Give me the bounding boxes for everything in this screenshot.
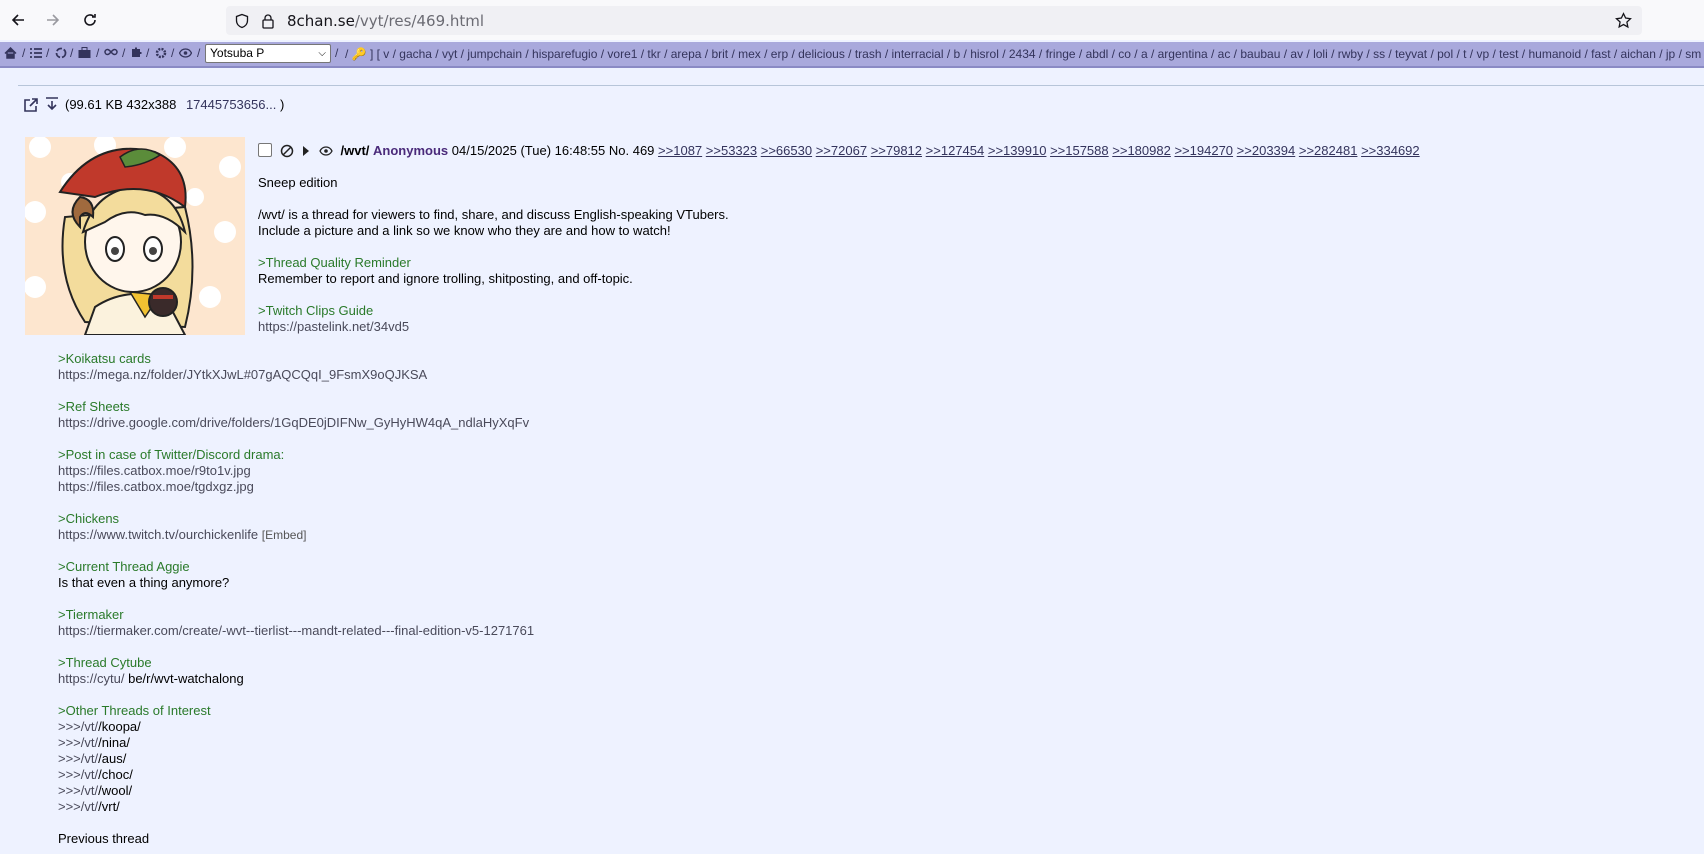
greentext-line: >Post in case of Twitter/Discord drama: [58, 447, 285, 462]
backlink[interactable]: >>203394 [1237, 143, 1296, 158]
expand-triangle-icon[interactable] [301, 144, 311, 158]
recycle-icon[interactable] [55, 47, 67, 59]
address-bar[interactable]: 8chan.se/vyt/res/469.html [226, 6, 1642, 35]
download-icon[interactable] [45, 97, 59, 111]
reload-icon [84, 14, 96, 26]
greentext-line: >Tiermaker [58, 607, 124, 622]
style-select[interactable]: Yotsuba P ⌵ [205, 44, 331, 63]
backlink[interactable]: >>282481 [1299, 143, 1358, 158]
greentext-line: >Thread Quality Reminder [258, 255, 411, 270]
greentext-line: >Current Thread Aggie [58, 559, 190, 574]
greentext-line: >Ref Sheets [58, 399, 130, 414]
board-link[interactable]: >>>/vt/ [58, 735, 98, 750]
message-line: Previous thread [58, 831, 150, 846]
message-link[interactable]: https://files.catbox.moe/tgdxgz.jpg [58, 479, 534, 495]
thread-name: /nina/ [98, 735, 130, 750]
board-list[interactable]: / 🔑 ] [ v / gacha / vyt / jumpchain / hi… [345, 47, 1704, 61]
thread-name: /wool/ [98, 783, 133, 798]
thread-name: /koopa/ [98, 719, 141, 734]
message-link[interactable]: https://tiermaker.com/create/-wvt--tierl… [58, 623, 534, 639]
post-date: 04/15/2025 (Tue) 16:48:55 [451, 143, 606, 158]
message-line: Sneep edition [258, 175, 338, 190]
poster-name: Anonymous [373, 143, 449, 158]
board-link[interactable]: >>>/vt/ [58, 719, 98, 734]
post-header: /wvt/ Anonymous 04/15/2025 (Tue) 16:48:5… [258, 143, 1420, 158]
chevron-down-icon: ⌵ [318, 48, 326, 59]
forward-button[interactable] [42, 9, 64, 31]
list-icon[interactable] [30, 47, 42, 59]
bookmark-star-icon[interactable] [1615, 12, 1632, 29]
board-link[interactable]: >>>/vt/ [58, 751, 98, 766]
url-host: 8chan.se [287, 12, 355, 30]
message-line: Remember to report and ignore trolling, … [258, 271, 633, 286]
greentext-line: >Twitch Clips Guide [258, 303, 374, 318]
backlink[interactable]: >>194270 [1174, 143, 1233, 158]
thread-name: /aus/ [98, 751, 127, 766]
message-line: /wvt/ is a thread for viewers to find, s… [258, 207, 729, 222]
message-link[interactable]: https://www.twitch.tv/ourchickenlife [58, 527, 258, 542]
home-icon[interactable] [4, 47, 17, 59]
message-link[interactable]: https://pastelink.net/34vd5 [258, 319, 729, 335]
post-thumbnail[interactable] [25, 137, 245, 335]
file-info: (99.61 KB 432x388 17445753656... ) [24, 97, 284, 112]
infinity-icon[interactable] [104, 47, 118, 57]
hide-post-icon[interactable] [280, 144, 294, 158]
lock-icon[interactable] [260, 13, 276, 29]
post-number[interactable]: No. 469 [609, 143, 655, 158]
eye-icon[interactable] [319, 145, 333, 157]
backlink[interactable]: >>66530 [761, 143, 812, 158]
backlink[interactable]: >>1087 [658, 143, 702, 158]
backlink[interactable]: >>127454 [926, 143, 985, 158]
board-navigation-bar: / / / / / / / / Yotsuba P ⌵ / / 🔑 ] [ v /… [0, 42, 1704, 68]
briefcase-icon[interactable] [78, 47, 91, 59]
url-path: /vyt/res/469.html [354, 12, 485, 30]
browser-toolbar: 8chan.se/vyt/res/469.html [0, 0, 1704, 40]
backlink[interactable]: >>79812 [871, 143, 922, 158]
board-link[interactable]: >>>/vt/ [58, 767, 98, 782]
file-meta: (99.61 KB 432x388 [65, 97, 177, 112]
anime-character-image [25, 137, 245, 335]
reload-button[interactable] [79, 9, 101, 31]
backlink[interactable]: >>72067 [816, 143, 867, 158]
back-button[interactable] [7, 9, 29, 31]
message-link[interactable]: https://files.catbox.moe/r9to1v.jpg [58, 463, 534, 479]
board-link[interactable]: >>>/vt/ [58, 783, 98, 798]
forward-arrow-icon [47, 14, 60, 26]
divider [18, 85, 1704, 86]
greentext-line: >Thread Cytube [58, 655, 152, 670]
message-link[interactable]: https://mega.nz/folder/JYtkXJwL#07gAQCQq… [58, 367, 534, 383]
shield-icon[interactable] [234, 13, 250, 29]
greentext-line: >Other Threads of Interest [58, 703, 211, 718]
open-external-icon[interactable] [24, 98, 38, 112]
message-link[interactable]: https://cytu/ [58, 671, 124, 686]
url-text[interactable]: 8chan.se/vyt/res/469.html [287, 12, 484, 30]
backlink[interactable]: >>180982 [1112, 143, 1171, 158]
embed-button[interactable]: [Embed] [262, 528, 307, 542]
post-message-bottom: >Koikatsu cards https://mega.nz/folder/J… [58, 351, 534, 847]
puzzle-icon[interactable] [130, 47, 142, 59]
file-meta-close: ) [279, 97, 285, 112]
backlink[interactable]: >>157588 [1050, 143, 1109, 158]
thread-name: /choc/ [98, 767, 133, 782]
post-message-top: Sneep edition /wvt/ is a thread for view… [258, 175, 729, 335]
thread-name: /vrt/ [98, 799, 120, 814]
eye-icon[interactable] [179, 47, 192, 59]
gear-icon[interactable] [155, 47, 167, 59]
message-line: Include a picture and a link so we know … [258, 223, 671, 238]
style-select-value: Yotsuba P [210, 46, 265, 60]
back-arrow-icon [11, 14, 24, 26]
post-board: /wvt/ [340, 143, 370, 158]
greentext-line: >Koikatsu cards [58, 351, 151, 366]
file-name[interactable]: 17445753656... [186, 97, 276, 112]
post-select-checkbox[interactable] [258, 143, 272, 157]
message-link[interactable]: https://drive.google.com/drive/folders/1… [58, 415, 534, 431]
board-link[interactable]: >>>/vt/ [58, 799, 98, 814]
message-line: Is that even a thing anymore? [58, 575, 230, 590]
backlink[interactable]: >>139910 [988, 143, 1047, 158]
message-text: be/r/wvt-watchalong [124, 671, 244, 686]
backlink[interactable]: >>53323 [706, 143, 757, 158]
greentext-line: >Chickens [58, 511, 120, 526]
backlink[interactable]: >>334692 [1361, 143, 1420, 158]
